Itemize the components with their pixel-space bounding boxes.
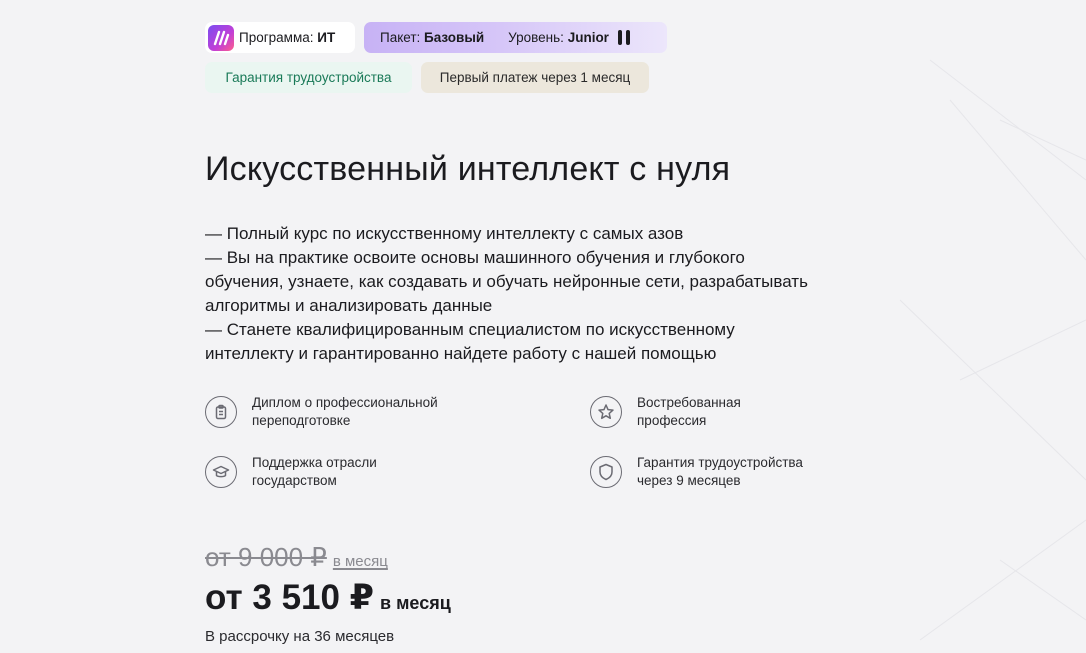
old-price: от 9 000 ₽ в месяц [205,542,388,573]
price-suffix: в месяц [380,593,451,613]
level-bars-icon [617,30,630,45]
tags-row: Программа: ИТ Пакет: Базовый Уровень: Ju… [205,22,845,53]
feature-item: Поддержка отрасли государством [205,455,402,490]
feature-text: Поддержка отрасли государством [252,455,377,488]
package-label: Пакет: [380,30,421,45]
tags-row-secondary: Гарантия трудоустройства Первый платеж ч… [205,62,845,93]
current-price: от 3 510 ₽ в месяц [205,578,451,618]
program-tag[interactable]: Программа: ИТ [205,22,355,53]
description-line: — Полный курс по искусственному интеллек… [205,224,684,243]
feature-text: Востребованная профессия [637,395,741,428]
feature-item: Диплом о профессиональной переподготовке [205,395,462,430]
price-value: от 3 510 ₽ [205,578,375,617]
package-value: Базовый [424,30,485,45]
star-icon [590,396,622,428]
page-title: Искусственный интеллект с нуля [205,150,731,188]
course-hero: Программа: ИТ Пакет: Базовый Уровень: Ju… [205,22,845,645]
feature-item: Гарантия трудоустройства через 9 месяцев [590,455,827,490]
brand-logo-icon [208,24,234,51]
feature-text: Диплом о профессиональной переподготовке [252,395,438,428]
installment-note: В рассрочку на 36 месяцев [205,628,395,645]
program-value: ИТ [317,30,336,45]
first-payment-tag: Первый платеж через 1 месяц [421,62,649,93]
guarantee-tag: Гарантия трудоустройства [205,62,412,93]
shield-icon [590,456,622,488]
old-price-value: от 9 000 ₽ [205,542,327,572]
level-label: Уровень: [508,30,564,45]
graduation-cap-icon [205,456,237,488]
clipboard-icon [205,396,237,428]
package-level-tag[interactable]: Пакет: Базовый Уровень: Junior [364,22,667,53]
program-label: Программа: [239,30,314,45]
level-value: Junior [567,30,609,45]
description-line: — Станете квалифицированным специалистом… [205,320,735,363]
feature-item: Востребованная профессия [590,395,777,430]
course-description: — Полный курс по искусственному интеллек… [205,222,825,366]
description-line: — Вы на практике освоите основы машинног… [205,248,808,315]
old-price-suffix: в месяц [332,553,388,570]
feature-text: Гарантия трудоустройства через 9 месяцев [637,455,803,488]
